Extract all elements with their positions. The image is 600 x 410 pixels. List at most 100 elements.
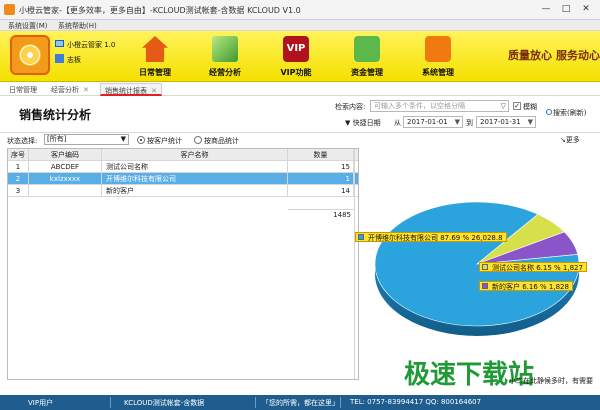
header-cell[interactable]: 客户编码	[29, 149, 102, 161]
table-cell: 15	[288, 161, 354, 173]
chevron-down-icon[interactable]: ▽	[501, 101, 506, 111]
radio-by-product-label[interactable]: 按商品统计	[204, 136, 239, 146]
page-title: 销售统计分析	[19, 108, 92, 122]
toolbar-label: 经营分析	[209, 68, 241, 77]
from-label: 从	[394, 119, 401, 127]
tab-business-analysis[interactable]: 经营分析 ✕	[51, 85, 89, 95]
assistant-hint[interactable]: 小二在此静候多时，有需要	[509, 376, 593, 386]
settings-icon	[425, 36, 451, 62]
slice-label: 测试公司名称 6.15 % 1,827	[479, 262, 587, 272]
slogan-quality: 质量放心	[508, 49, 552, 62]
to-label: 到	[466, 119, 473, 127]
tab-daily-management[interactable]: 日常管理	[9, 85, 37, 95]
maximize-button[interactable]: □	[556, 3, 576, 16]
table-row-selected[interactable]: 2 kxlzxxxx 开博维尔科技有限公司 1	[8, 173, 358, 185]
home-icon	[142, 36, 168, 62]
toolbar-label: 系统管理	[422, 68, 454, 77]
table-cell: 新的客户	[102, 185, 288, 197]
radio-by-customer[interactable]	[137, 136, 145, 144]
money-icon	[354, 36, 380, 62]
table-cell: kxlzxxxx	[29, 173, 102, 185]
board-link[interactable]: 志板	[67, 55, 81, 65]
table-cell: 开博维尔科技有限公司	[102, 173, 288, 185]
close-button[interactable]: ✕	[576, 3, 596, 16]
legend-swatch	[482, 264, 488, 270]
toolbar-funds-management[interactable]: 资金管理	[339, 34, 395, 79]
status-contact: TEL: 0757-83994417 QQ: 800164607	[350, 398, 482, 406]
table-cell: 3	[8, 185, 29, 197]
search-label: 检索内容:	[335, 103, 366, 111]
vip-icon: VIP	[283, 36, 309, 62]
header-cell[interactable]: 客户名称	[102, 149, 288, 161]
status-select[interactable]: [所有] ▼	[44, 134, 129, 145]
quick-date-dropdown[interactable]: ▼ 快捷日期	[345, 118, 381, 128]
legend-swatch	[482, 283, 488, 289]
table-row[interactable]: 1 ABCDEF 测试公司名称 15	[8, 161, 358, 173]
slice-label: 新的客户 6.16 % 1,828	[479, 281, 573, 291]
from-date-input[interactable]: 2017-01-01 ▼	[403, 116, 463, 128]
minimize-button[interactable]: —	[536, 3, 556, 16]
more-button[interactable]: ↘更多	[560, 135, 580, 145]
user-name: 小橙云管家 1.0	[67, 41, 116, 49]
slice-label: 开博维尔科技有限公司 87.69 % 26,028.8	[355, 232, 507, 242]
status-account-set: KCLOUD测试帐套-含数据	[124, 399, 205, 407]
app-icon	[4, 4, 15, 15]
window-title: 小橙云管家-【更多效率，更多自由】-KCLOUD测试帐套-含数据 KCLOUD …	[19, 6, 301, 15]
radio-by-product[interactable]	[194, 136, 202, 144]
table-cell: 1	[8, 161, 29, 173]
chevron-down-icon: ▼	[120, 135, 126, 143]
toolbar-system-management[interactable]: 系统管理	[410, 34, 466, 79]
search-input[interactable]: 可输入多个条件，以空格分隔 ▽	[370, 100, 509, 112]
table-row[interactable]: 3 新的客户 14	[8, 185, 358, 197]
table-cell: ABCDEF	[29, 161, 102, 173]
tab-close-icon[interactable]: ✕	[83, 86, 89, 94]
table-header-row: 序号 客户编码 客户名称 数量	[8, 149, 358, 161]
orange-logo-icon	[10, 35, 50, 75]
tab-strip: 日常管理 经营分析 ✕ 销售统计报表 ✕	[0, 82, 600, 96]
status-user-type: VIP用户	[28, 399, 54, 407]
area-chart-icon	[212, 36, 238, 62]
fuzzy-checkbox[interactable]: ✓	[513, 102, 521, 110]
header-divider	[0, 132, 600, 133]
to-date-input[interactable]: 2017-01-31 ▼	[476, 116, 536, 128]
status-bar: VIP用户 KCLOUD测试帐套-含数据 「您的所需，都在这里」 TEL: 07…	[0, 395, 600, 410]
menu-system-help[interactable]: 系统帮助(H)	[58, 21, 97, 31]
toolbar-vip[interactable]: VIP VIP功能	[268, 34, 324, 79]
status-separator	[340, 397, 341, 408]
header-cell[interactable]: 序号	[8, 149, 29, 161]
search-icon	[546, 109, 552, 115]
legend-swatch	[358, 234, 364, 240]
status-separator	[255, 397, 256, 408]
fuzzy-label: 模糊	[523, 103, 537, 111]
table-cell: 测试公司名称	[102, 161, 288, 173]
chevron-down-icon[interactable]: ▼	[455, 117, 460, 127]
toolbar-business-analysis[interactable]: 经营分析	[197, 34, 253, 79]
toolbar-label: VIP功能	[280, 68, 312, 77]
main-toolbar: 小橙云管家 1.0 志板 日常管理 经营分析 VIP VIP功能 资金管理 系统…	[0, 31, 600, 82]
toolbar-daily-management[interactable]: 日常管理	[127, 34, 183, 79]
pie-chart-area: 开博维尔科技有限公司 87.69 % 26,028.8 测试公司名称 6.15 …	[355, 148, 593, 380]
toolbar-label: 资金管理	[351, 68, 383, 77]
toolbar-label: 日常管理	[139, 68, 171, 77]
table-cell: 2	[8, 173, 29, 185]
header-cell[interactable]: 数量	[288, 149, 354, 161]
table-total: 1485	[288, 209, 354, 220]
menu-bar: 系统设置(M) 系统帮助(H)	[0, 20, 600, 31]
chevron-down-icon[interactable]: ▼	[528, 117, 533, 127]
tab-close-icon[interactable]: ✕	[151, 87, 157, 95]
status-separator	[110, 397, 111, 408]
sales-table: 序号 客户编码 客户名称 数量 1 ABCDEF 测试公司名称 15 2 kxl…	[7, 148, 359, 380]
table-cell	[29, 185, 102, 197]
radio-by-customer-label[interactable]: 按客户统计	[147, 136, 182, 146]
grid-scroll-divider	[354, 149, 355, 379]
table-cell: 1	[288, 173, 354, 185]
table-cell: 14	[288, 185, 354, 197]
status-slogan: 「您的所需，都在这里」	[262, 399, 339, 407]
search-refresh-button[interactable]: 搜索(刷新)	[546, 108, 586, 118]
menu-system-settings[interactable]: 系统设置(M)	[8, 21, 48, 31]
title-bar: 小橙云管家-【更多效率，更多自由】-KCLOUD测试帐套-含数据 KCLOUD …	[0, 0, 600, 20]
computer-icon	[55, 40, 64, 47]
slogan-service: 服务动心	[556, 49, 600, 62]
status-label: 状态选择:	[7, 137, 38, 145]
tab-sales-report[interactable]: 销售统计报表 ✕	[100, 83, 162, 96]
